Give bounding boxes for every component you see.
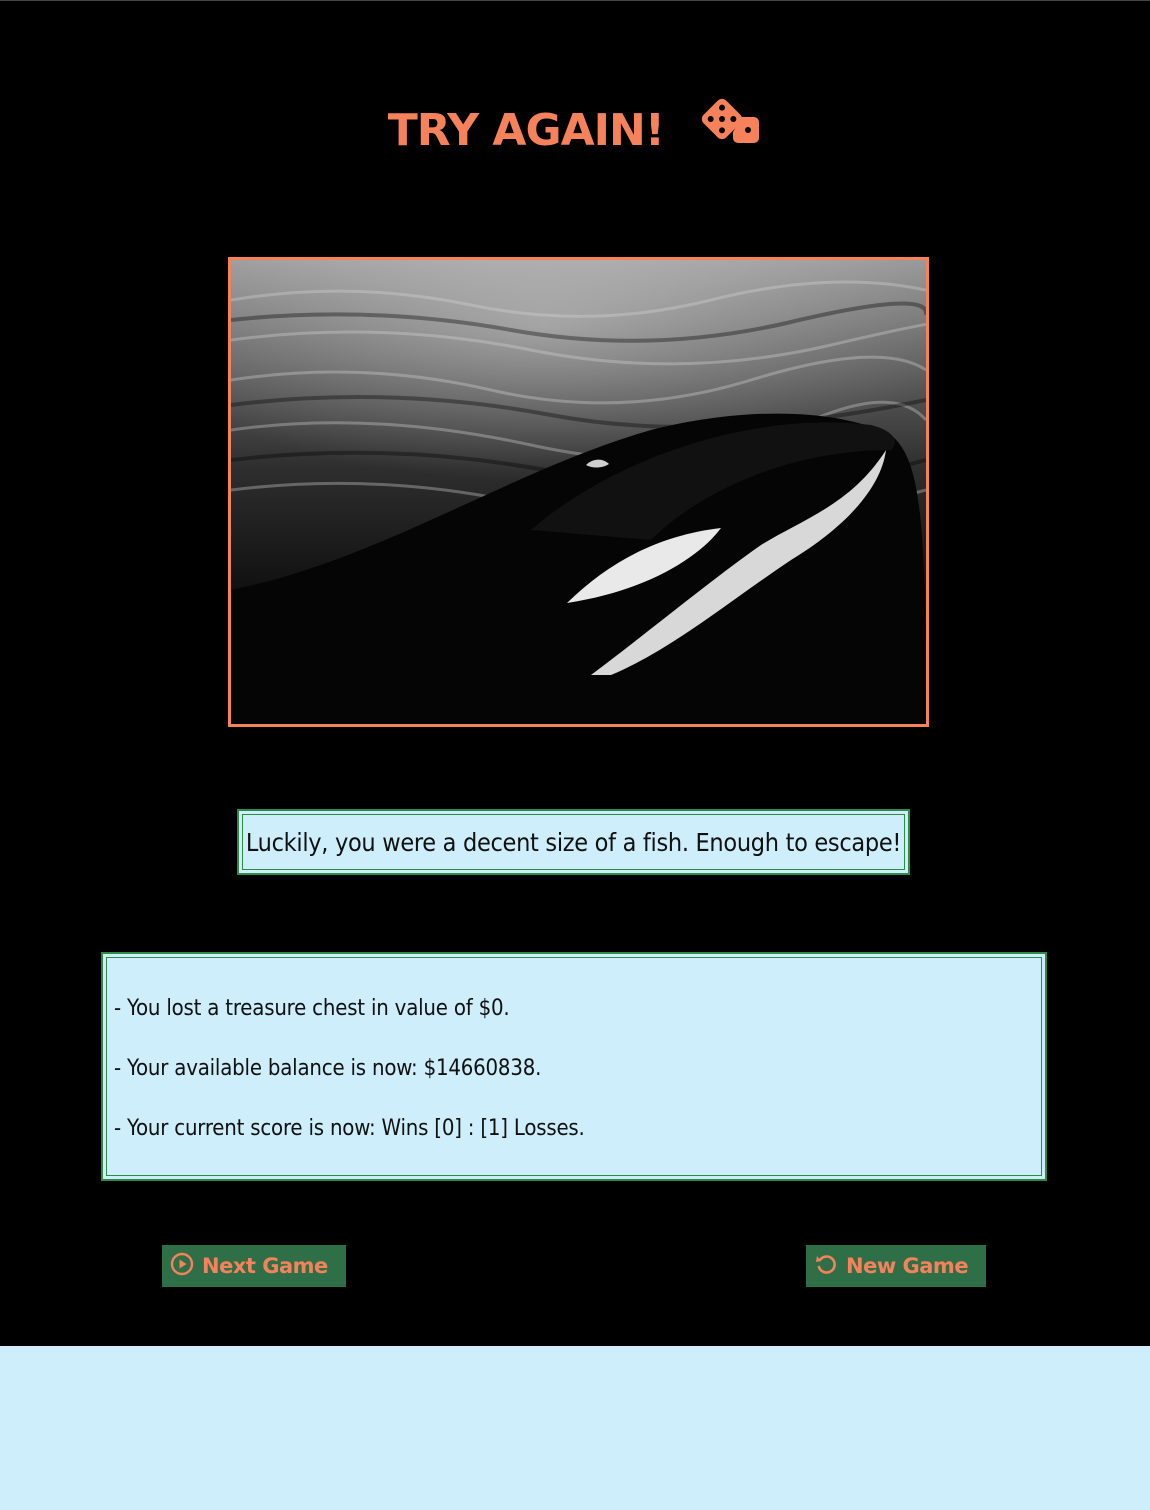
play-circle-icon — [170, 1252, 194, 1281]
new-game-label: New Game — [846, 1254, 969, 1278]
stat-balance: - Your available balance is now: $146608… — [114, 1056, 542, 1081]
page-footer — [0, 1346, 1150, 1510]
orca-photo — [228, 257, 929, 727]
next-game-label: Next Game — [202, 1254, 328, 1278]
result-title: TRY AGAIN! — [387, 105, 665, 156]
stat-score: - Your current score is now: Wins [0] : … — [114, 1116, 585, 1141]
result-heading: TRY AGAIN! — [0, 98, 1150, 163]
restart-icon — [814, 1252, 838, 1281]
stats-panel: - You lost a treasure chest in value of … — [101, 952, 1047, 1181]
game-screen: TRY AGAIN! Luckily, you were a decent si… — [0, 0, 1150, 1346]
next-game-button[interactable]: Next Game — [162, 1245, 346, 1287]
stat-lost-value: - You lost a treasure chest in value of … — [114, 996, 510, 1021]
new-game-button[interactable]: New Game — [806, 1245, 986, 1287]
outcome-message: Luckily, you were a decent size of a fis… — [237, 809, 910, 875]
dice-icon — [700, 97, 762, 163]
